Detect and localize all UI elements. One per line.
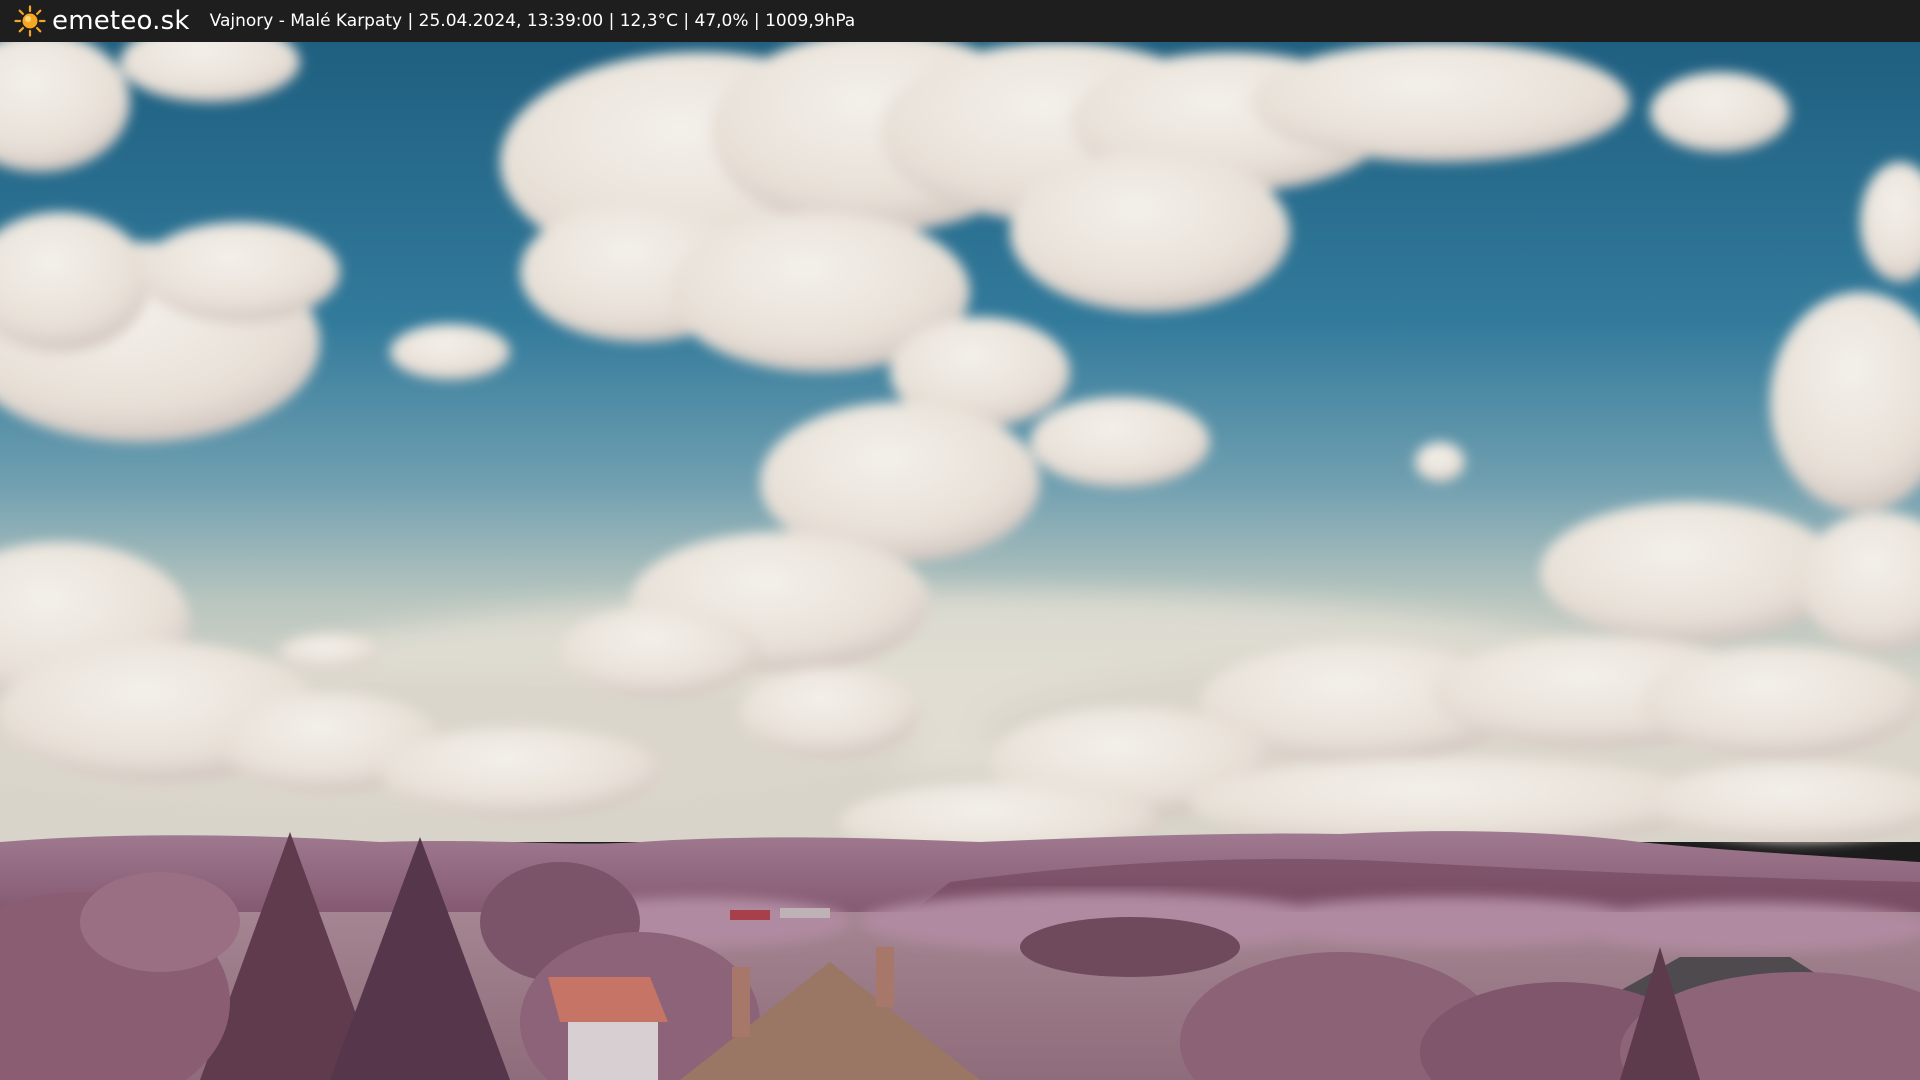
temperature-label: 12,3°C: [619, 11, 678, 31]
hedge: [1020, 917, 1240, 977]
pressure-label: 1009,9hPa: [765, 11, 856, 31]
sun-icon: [14, 5, 46, 37]
brand-name: emeteo.sk: [52, 6, 190, 36]
top-bar: emeteo.sk Vajnory - Malé Karpaty | 25.04…: [0, 0, 1920, 42]
humidity-label: 47,0%: [694, 11, 749, 31]
separator: |: [402, 11, 419, 31]
separator: |: [677, 11, 695, 31]
separator: |: [748, 11, 766, 31]
distant-roof: [730, 910, 770, 920]
datetime-label: 25.04.2024, 13:39:00: [418, 11, 604, 31]
webcam-caption: Vajnory - Malé Karpaty | 25.04.2024, 13:…: [210, 11, 856, 31]
webcam-image: [0, 42, 1920, 1080]
brand-logo[interactable]: emeteo.sk: [14, 5, 190, 37]
location-label: Vajnory - Malé Karpaty: [209, 11, 403, 31]
separator: |: [603, 11, 620, 31]
webcam-scene: [0, 42, 1920, 1080]
